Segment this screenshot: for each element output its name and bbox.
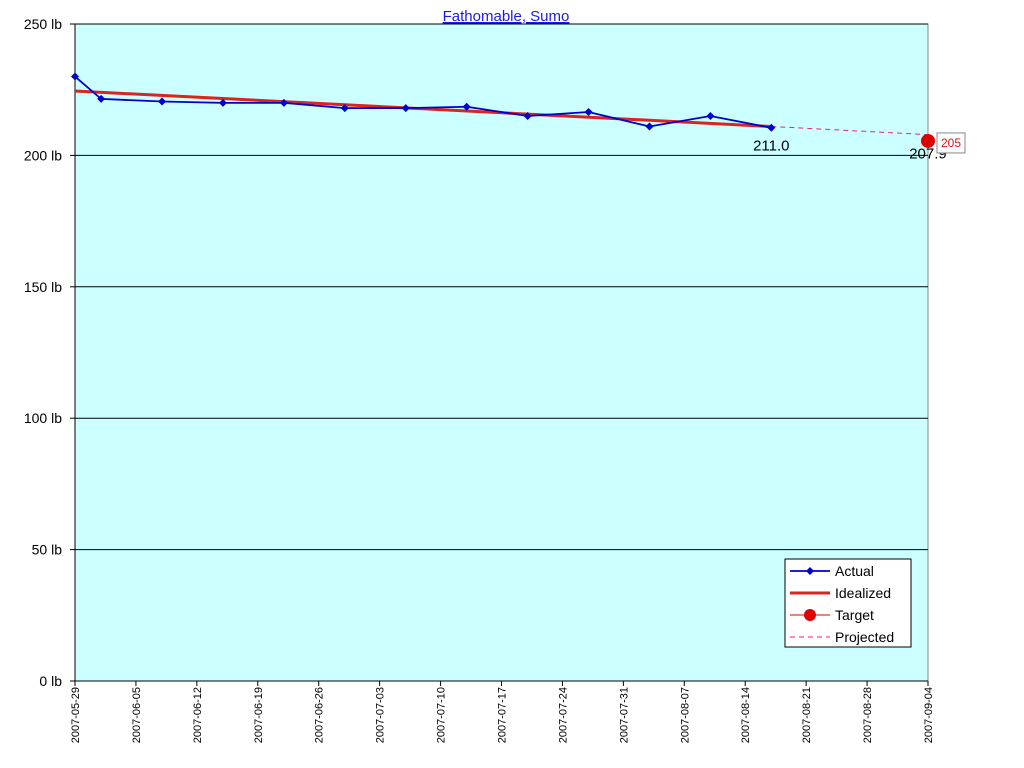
x-tick-label: 2007-05-29 — [70, 687, 82, 743]
x-tick-label: 2007-06-26 — [314, 687, 326, 743]
x-tick-label: 2007-07-10 — [436, 687, 448, 743]
y-tick-label: 0 lb — [39, 673, 62, 689]
x-tick-label: 2007-07-24 — [557, 687, 569, 743]
x-tick-label: 2007-08-28 — [862, 687, 874, 743]
x-tick-label: 2007-09-04 — [923, 687, 935, 743]
data-label: 211.0 — [753, 137, 789, 154]
y-tick-label: 250 lb — [24, 16, 62, 32]
x-axis-tick-labels: 2007-05-29 2007-06-05 2007-06-12 2007-06-19… — [70, 681, 935, 743]
x-tick-label: 2007-08-07 — [679, 687, 691, 743]
legend-label: Projected — [835, 629, 894, 645]
x-tick-label: 2007-08-21 — [801, 687, 813, 743]
legend-marker-target — [804, 609, 816, 621]
target-value-label: 205 — [941, 136, 961, 150]
weight-chart: 0 lb 50 lb 100 lb 150 lb 200 lb 250 lb 2007-0… — [24, 8, 966, 743]
y-axis-tick-labels: 0 lb 50 lb 100 lb 150 lb 200 lb 250 lb — [24, 16, 62, 689]
y-tick-label: 200 lb — [24, 147, 62, 163]
chart-title[interactable]: Fathomable, Sumo — [443, 8, 570, 25]
legend: Actual Idealized Target Projected — [784, 558, 912, 648]
legend-label: Idealized — [835, 585, 891, 601]
x-tick-label: 2007-07-31 — [618, 687, 630, 743]
y-tick-label: 150 lb — [24, 279, 62, 295]
legend-label: Actual — [835, 563, 874, 579]
x-tick-label: 2007-06-12 — [192, 687, 204, 743]
legend-label: Target — [835, 607, 874, 623]
x-tick-label: 2007-07-17 — [497, 687, 509, 743]
x-tick-label: 2007-06-05 — [131, 687, 143, 743]
x-tick-label: 2007-06-19 — [253, 687, 265, 743]
x-tick-label: 2007-08-14 — [740, 687, 752, 743]
x-tick-label: 2007-07-03 — [375, 687, 387, 743]
y-tick-label: 50 lb — [32, 542, 63, 558]
y-tick-label: 100 lb — [24, 410, 62, 426]
